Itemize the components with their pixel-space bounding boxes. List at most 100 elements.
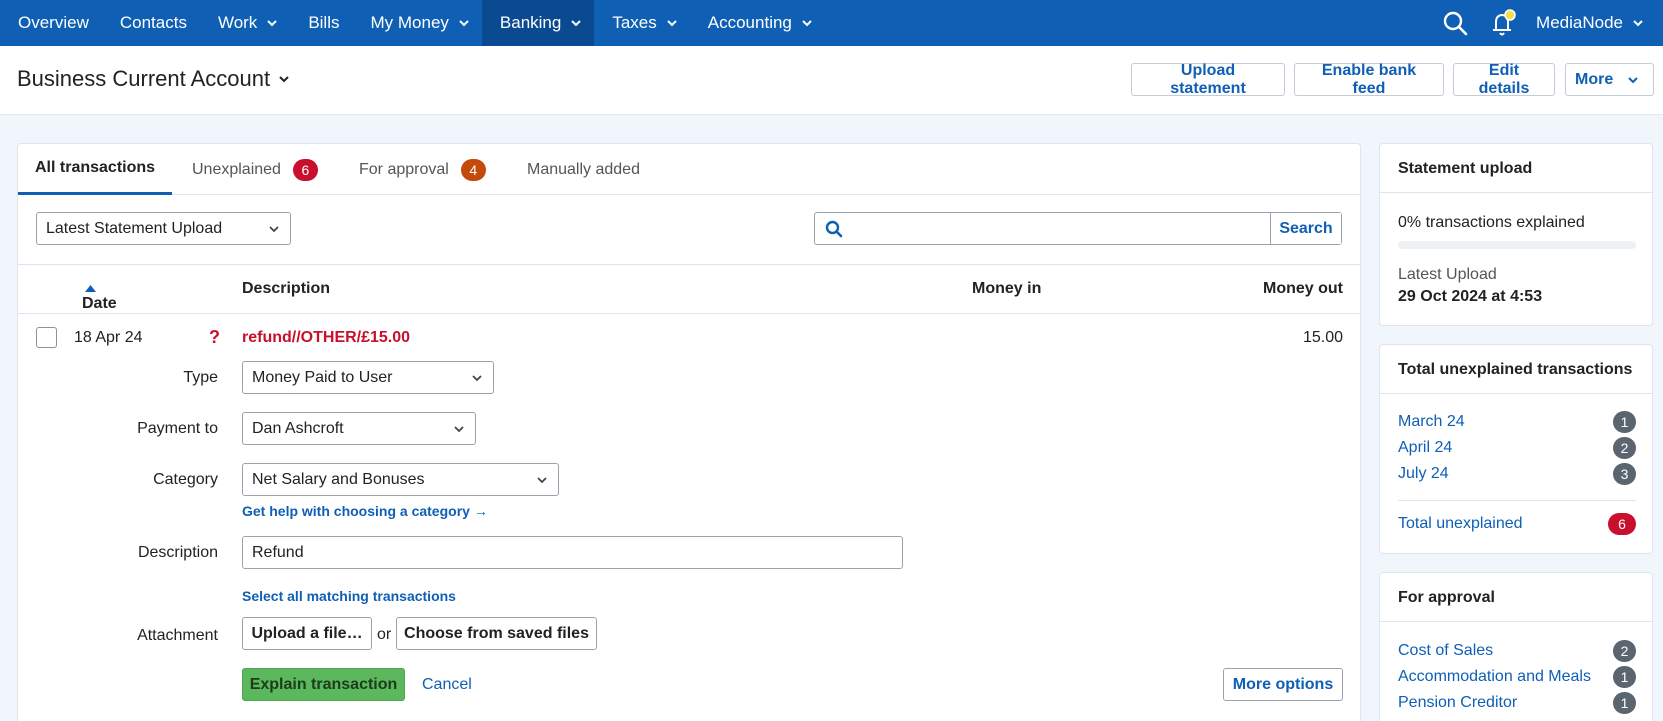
total-count-badge: 6	[1608, 513, 1636, 535]
explained-percentage-text: 0% transactions explained	[1398, 214, 1585, 231]
choose-saved-files-button[interactable]: Choose from saved files	[396, 617, 597, 650]
approval-category-link[interactable]: Pension Creditor	[1398, 694, 1517, 712]
upload-statement-button[interactable]: Upload statement	[1131, 62, 1285, 97]
enable-bank-feed-button[interactable]: Enable bank feed	[1294, 62, 1444, 97]
payment-to-label: Payment to	[137, 420, 218, 437]
unexplained-totals-title: Total unexplained transactions	[1380, 345, 1652, 394]
nav-work[interactable]: Work	[200, 0, 290, 46]
cancel-link[interactable]: Cancel	[422, 676, 472, 694]
total-unexplained-link[interactable]: Total unexplained	[1398, 515, 1523, 533]
attachment-label: Attachment	[137, 627, 218, 644]
chevron-down-icon	[667, 20, 677, 27]
more-button[interactable]: More	[1565, 63, 1654, 96]
total-unexplained-row[interactable]: Total unexplained 6	[1398, 513, 1636, 535]
search-icon	[825, 220, 843, 238]
approval-category-link[interactable]: Accommodation and Meals	[1398, 668, 1591, 686]
description-label: Description	[137, 544, 218, 561]
nav-label: My Money	[370, 13, 449, 32]
tab-for-approval[interactable]: For approval 4	[359, 144, 486, 195]
chevron-down-icon	[537, 477, 547, 484]
nav-bills[interactable]: Bills	[290, 0, 352, 46]
date-header-label: Date	[82, 295, 117, 312]
account-selector[interactable]: Business Current Account	[17, 66, 290, 92]
transaction-tabs: All transactions Unexplained 6 For approv…	[18, 144, 1360, 195]
user-menu[interactable]: MediaNode	[1536, 13, 1663, 33]
chevron-down-icon	[454, 426, 464, 433]
sort-ascending-icon	[85, 285, 96, 292]
chevron-down-icon	[571, 20, 582, 27]
category-help-link[interactable]: Get help with choosing a category →	[242, 503, 488, 519]
month-link[interactable]: March 24	[1398, 413, 1465, 431]
transaction-description: refund//OTHER/£15.00	[242, 329, 411, 346]
upload-file-button[interactable]: Upload a file…	[242, 617, 372, 650]
month-link[interactable]: April 24	[1398, 439, 1452, 457]
or-text: or	[377, 626, 392, 643]
approval-count-badge: 4	[460, 158, 486, 181]
tab-label: All transactions	[35, 159, 156, 176]
chevron-down-icon	[1633, 20, 1643, 27]
tab-label: Unexplained	[192, 160, 281, 178]
explain-transaction-button[interactable]: Explain transaction	[242, 668, 405, 701]
count-badge: 1	[1613, 411, 1636, 433]
money-out-header: Money out	[1263, 280, 1343, 297]
count-badge: 3	[1613, 463, 1636, 485]
category-label: Category	[153, 471, 218, 488]
nav-label: Accounting	[707, 13, 792, 32]
approval-category-row[interactable]: Cost of Sales 2	[1398, 640, 1636, 662]
count-badge: 1	[1613, 692, 1636, 714]
type-select[interactable]: Money Paid to User	[242, 361, 494, 394]
approval-category-link[interactable]: Cost of Sales	[1398, 642, 1493, 660]
nav-taxes[interactable]: Taxes	[594, 0, 689, 46]
account-header: Business Current Account Upload statemen…	[0, 46, 1663, 115]
statement-upload-title: Statement upload	[1380, 144, 1652, 193]
unexplained-month-row[interactable]: March 24 1	[1398, 411, 1636, 433]
chevron-down-icon	[279, 76, 289, 83]
edit-details-button[interactable]: Edit details	[1453, 62, 1555, 97]
nav-label: Bills	[308, 13, 340, 32]
top-nav: Overview Contacts Work Bills My Money Ba…	[0, 0, 1663, 46]
payment-to-select[interactable]: Dan Ashcroft	[242, 412, 476, 445]
select-value: Money Paid to User	[252, 368, 393, 386]
nav-overview[interactable]: Overview	[0, 0, 102, 46]
select-value: Dan Ashcroft	[252, 419, 344, 437]
tab-all-transactions[interactable]: All transactions	[18, 144, 173, 195]
nav-label: Work	[217, 13, 258, 32]
search-input[interactable]	[815, 213, 1270, 244]
nav-label: Overview	[18, 13, 89, 32]
transaction-checkbox[interactable]	[36, 327, 57, 348]
nav-label: Banking	[499, 13, 562, 32]
page-title: Business Current Account	[17, 66, 271, 91]
count-badge: 2	[1613, 640, 1636, 662]
description-field[interactable]	[242, 536, 903, 569]
nav-right: MediaNode	[1440, 0, 1663, 46]
tab-unexplained[interactable]: Unexplained 6	[192, 144, 318, 195]
unexplained-month-row[interactable]: April 24 2	[1398, 437, 1636, 459]
more-options-button[interactable]: More options	[1223, 668, 1343, 701]
select-matching-link[interactable]: Select all matching transactions	[242, 588, 456, 604]
chevron-down-icon	[269, 226, 279, 233]
tab-label: Manually added	[527, 160, 640, 178]
unexplained-count-badge: 6	[292, 158, 318, 181]
statement-filter-select[interactable]: Latest Statement Upload	[36, 212, 291, 245]
unexplained-month-row[interactable]: July 24 3	[1398, 463, 1636, 485]
nav-contacts[interactable]: Contacts	[102, 0, 200, 46]
chevron-down-icon	[267, 20, 278, 27]
unexplained-status-icon: ?	[209, 327, 220, 347]
nav-my-money[interactable]: My Money	[352, 0, 481, 46]
chevron-down-icon	[472, 375, 482, 382]
month-link[interactable]: July 24	[1398, 465, 1449, 483]
nav-accounting[interactable]: Accounting	[690, 0, 825, 46]
tab-manually-added[interactable]: Manually added	[527, 144, 640, 195]
search-icon[interactable]	[1440, 8, 1470, 38]
search-button[interactable]: Search	[1270, 213, 1341, 244]
category-select[interactable]: Net Salary and Bonuses	[242, 463, 559, 496]
transaction-money-out: 15.00	[1302, 329, 1343, 346]
table-header: Date Description Money in Money out	[18, 264, 1360, 314]
date-sort-header[interactable]: Date	[82, 280, 117, 312]
count-badge: 2	[1613, 437, 1636, 459]
approval-category-row[interactable]: Pension Creditor 1	[1398, 692, 1636, 714]
bell-icon[interactable]	[1488, 8, 1518, 38]
approval-category-row[interactable]: Accommodation and Meals 1	[1398, 666, 1636, 688]
chevron-down-icon	[802, 20, 812, 27]
nav-banking[interactable]: Banking	[481, 0, 595, 46]
